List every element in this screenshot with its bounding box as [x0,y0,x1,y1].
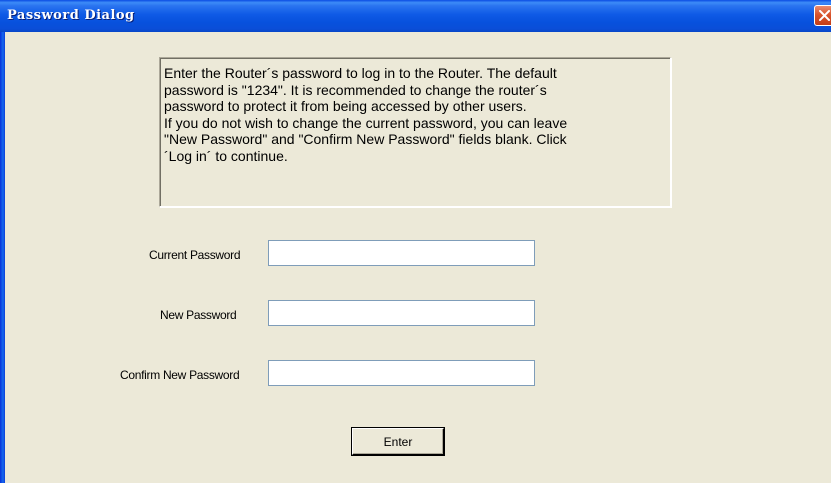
new-password-label: New Password [160,308,237,322]
info-text: Enter the Router´s password to log in to… [164,65,568,164]
current-password-label: Current Password [149,248,241,262]
title-bar[interactable]: Password Dialog [0,0,831,32]
confirm-new-password-label: Confirm New Password [120,368,240,382]
close-icon [819,10,830,21]
info-box: Enter the Router´s password to log in to… [159,57,671,207]
new-password-input[interactable] [268,300,535,326]
enter-button[interactable]: Enter [352,428,444,455]
close-button[interactable] [814,5,831,26]
current-password-input[interactable] [268,240,535,266]
window-left-border [0,32,5,483]
confirm-new-password-input[interactable] [268,360,535,386]
window-title: Password Dialog [7,8,135,23]
password-dialog-window: Password Dialog Enter the Router´s passw… [0,0,831,483]
